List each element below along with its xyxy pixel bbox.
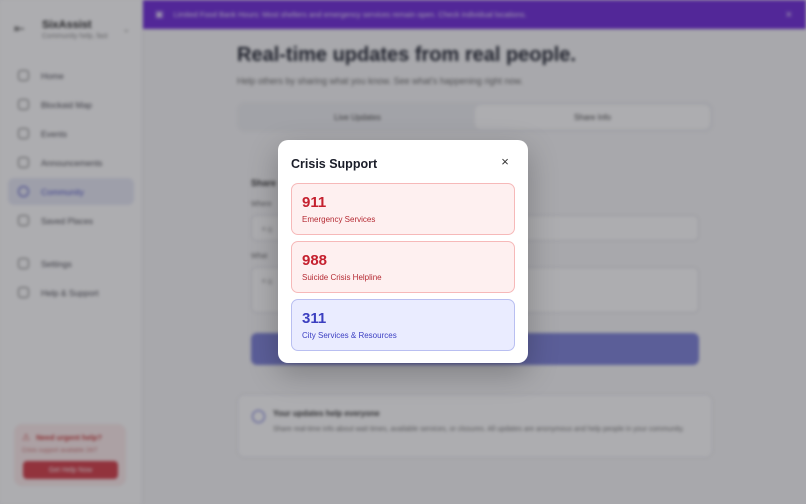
phone-number: 988 [302,252,328,269]
service-label: Emergency Services [302,215,376,224]
suicide-helpline-card[interactable]: 988 Suicide Crisis Helpline [291,241,515,293]
service-label: City Services & Resources [302,331,397,340]
modal-title: Crisis Support [291,157,378,171]
phone-number: 911 [302,194,327,211]
city-services-card[interactable]: 311 City Services & Resources [291,299,515,351]
phone-number: 311 [302,310,327,327]
emergency-services-card[interactable]: 911 Emergency Services [291,183,515,235]
service-label: Suicide Crisis Helpline [302,273,382,282]
crisis-support-modal: Crisis Support × 911 Emergency Services … [278,140,528,363]
close-icon[interactable]: × [498,155,512,169]
